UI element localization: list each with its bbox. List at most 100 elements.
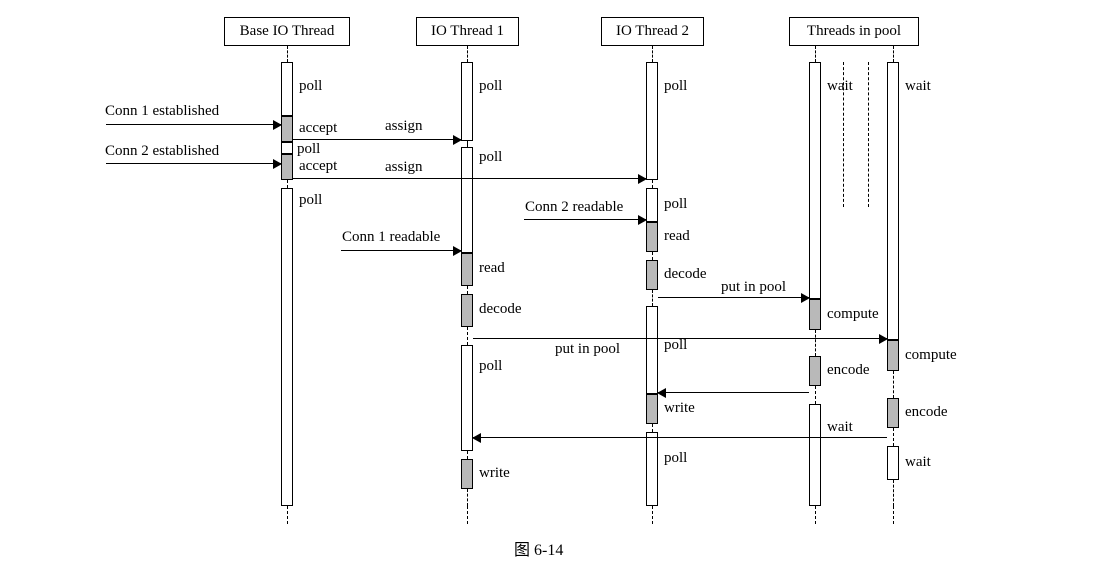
label-io1-decode: decode	[479, 301, 521, 318]
act-base-accept-1	[281, 116, 293, 142]
arrow-put-in-pool-1	[658, 297, 809, 298]
participant-io-thread-2: IO Thread 2	[601, 17, 704, 46]
label-io1-poll-2: poll	[479, 149, 502, 166]
label-base-accept-1: accept	[299, 120, 337, 137]
arrowhead-icon	[638, 174, 647, 184]
act-base-accept-2	[281, 154, 293, 180]
label-poolA-wait-1: wait	[827, 78, 853, 95]
lifeline-io2-tail	[652, 506, 653, 524]
gap-io2-3	[652, 290, 653, 306]
gap-base-1	[287, 180, 288, 188]
label-poolB-encode: encode	[905, 404, 947, 421]
lifeline-extra-2	[868, 62, 869, 207]
label-io1-poll-3: poll	[479, 358, 502, 375]
label-conn1-established: Conn 1 established	[105, 103, 219, 120]
label-assign-2: assign	[385, 159, 423, 176]
arrow-conn2-readable	[524, 219, 646, 220]
act-poolA-encode	[809, 356, 821, 386]
label-conn2-established: Conn 2 established	[105, 143, 219, 160]
label-io2-poll-1: poll	[664, 78, 687, 95]
gap-io2-1	[652, 180, 653, 188]
act-poolA-wait-1	[809, 62, 821, 299]
arrowhead-icon	[273, 159, 282, 169]
label-poolB-wait-2: wait	[905, 454, 931, 471]
sequence-diagram: Base IO Thread IO Thread 1 IO Thread 2 T…	[0, 0, 1095, 584]
arrowhead-icon	[657, 388, 666, 398]
act-io2-decode	[646, 260, 658, 290]
arrow-assign-1	[293, 139, 461, 140]
lifeline-base	[287, 46, 288, 62]
act-io2-poll-4	[646, 432, 658, 506]
act-io2-write	[646, 394, 658, 424]
gap-poolA-1	[815, 330, 816, 356]
act-io1-write	[461, 459, 473, 489]
label-poolA-compute: compute	[827, 306, 879, 323]
label-conn2-readable: Conn 2 readable	[525, 199, 623, 216]
figure-caption: 图 6-14	[514, 536, 563, 560]
act-io2-poll-3	[646, 306, 658, 394]
lifeline-pool-b-tail	[893, 506, 894, 524]
lifeline-io1-tail	[467, 506, 468, 524]
act-poolB-wait-1	[887, 62, 899, 340]
participant-base-io-thread: Base IO Thread	[224, 17, 350, 46]
label-io2-read: read	[664, 228, 690, 245]
participant-threads-in-pool: Threads in pool	[789, 17, 919, 46]
participant-io-thread-1: IO Thread 1	[416, 17, 519, 46]
arrowhead-icon	[472, 433, 481, 443]
arrowhead-icon	[879, 334, 888, 344]
arrow-poolA-to-io2	[658, 392, 809, 393]
label-poolA-wait-2: wait	[827, 419, 853, 436]
gap-poolA-2	[815, 386, 816, 404]
act-io2-poll-2	[646, 188, 658, 222]
label-put-in-pool-2: put in pool	[555, 341, 620, 358]
arrow-conn2-established	[106, 163, 281, 164]
gap-io2-2	[652, 252, 653, 260]
label-io1-read: read	[479, 260, 505, 277]
lifeline-io1	[467, 46, 468, 62]
act-poolB-compute	[887, 340, 899, 371]
gap-io1-3	[467, 327, 468, 345]
arrowhead-icon	[638, 215, 647, 225]
label-base-accept-2: accept	[299, 158, 337, 175]
label-io2-poll-2: poll	[664, 196, 687, 213]
gap-poolB-3	[893, 480, 894, 506]
label-put-in-pool-1: put in pool	[721, 279, 786, 296]
gap-io1-2	[467, 286, 468, 294]
act-base-poll-1	[281, 62, 293, 116]
lifeline-pool-a	[815, 46, 816, 62]
gap-io2-4	[652, 424, 653, 432]
act-io2-poll-1	[646, 62, 658, 180]
act-poolA-compute	[809, 299, 821, 330]
arrow-conn1-established	[106, 124, 281, 125]
arrowhead-icon	[801, 293, 810, 303]
arrow-poolB-to-io1	[473, 437, 887, 438]
label-io2-poll-4: poll	[664, 450, 687, 467]
act-poolB-encode	[887, 398, 899, 428]
label-base-poll-3: poll	[299, 192, 322, 209]
label-io2-decode: decode	[664, 266, 706, 283]
label-assign-1: assign	[385, 118, 423, 135]
label-poolA-encode: encode	[827, 362, 869, 379]
gap-io1-4	[467, 451, 468, 459]
label-poolB-compute: compute	[905, 347, 957, 364]
gap-poolB-2	[893, 428, 894, 446]
lifeline-pool-a-tail	[815, 506, 816, 524]
label-io1-poll-1: poll	[479, 78, 502, 95]
act-base-poll-2	[281, 142, 293, 154]
arrowhead-icon	[273, 120, 282, 130]
gap-poolB-1	[893, 371, 894, 398]
arrow-put-in-pool-2	[473, 338, 887, 339]
arrow-conn1-readable	[341, 250, 461, 251]
label-base-poll-2: poll	[297, 141, 320, 158]
label-io2-poll-3: poll	[664, 337, 687, 354]
act-io1-poll-1	[461, 62, 473, 141]
arrow-assign-2	[293, 178, 646, 179]
gap-io1-5	[467, 489, 468, 506]
label-conn1-readable: Conn 1 readable	[342, 229, 440, 246]
label-io1-write: write	[479, 465, 510, 482]
label-base-poll-1: poll	[299, 78, 322, 95]
arrowhead-icon	[453, 135, 462, 145]
lifeline-base-tail	[287, 506, 288, 524]
act-io1-read	[461, 253, 473, 286]
act-io2-read	[646, 222, 658, 252]
